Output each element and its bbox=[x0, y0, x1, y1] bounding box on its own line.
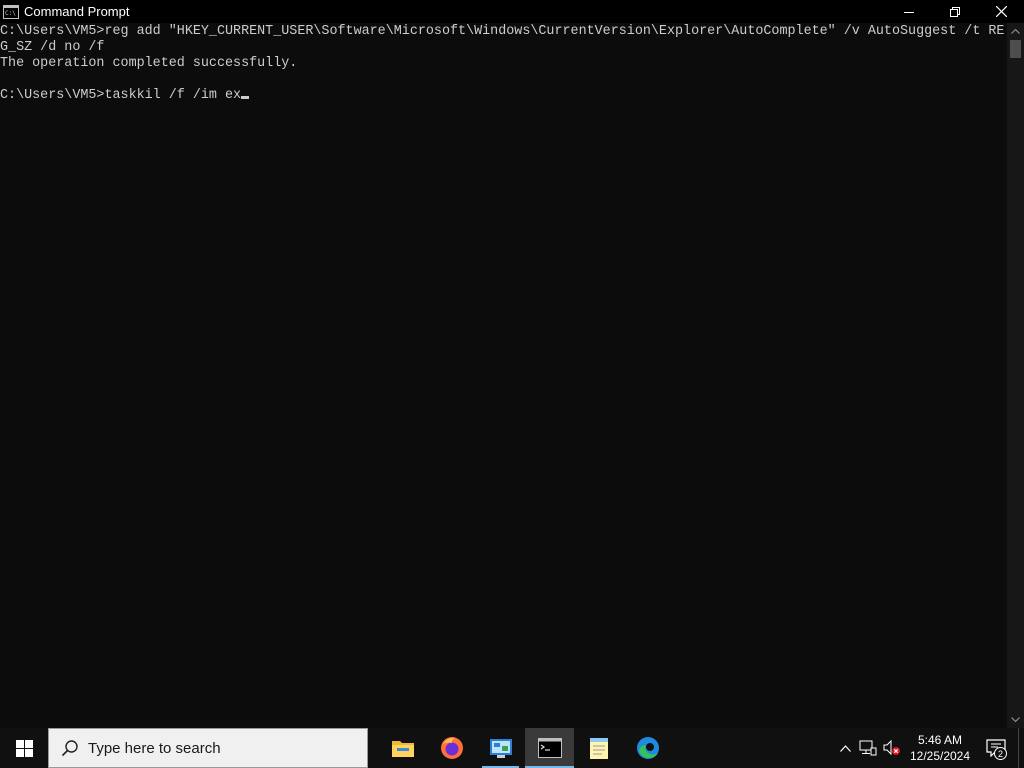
minimize-icon bbox=[904, 11, 914, 13]
chevron-up-icon bbox=[1011, 29, 1020, 34]
console-line: C:\Users\VM5>reg add "HKEY_CURRENT_USER\… bbox=[0, 24, 1005, 39]
taskbar-firefox[interactable] bbox=[427, 728, 476, 768]
notification-count-badge: 2 bbox=[994, 747, 1007, 760]
command-prompt-icon: C:\ bbox=[3, 4, 19, 19]
restore-button[interactable] bbox=[932, 0, 978, 23]
console-input-line[interactable]: C:\Users\VM5>taskkil /f /im ex bbox=[0, 88, 1007, 104]
command-prompt-icon bbox=[537, 738, 562, 758]
network-button[interactable] bbox=[856, 728, 880, 768]
network-icon bbox=[859, 740, 877, 756]
action-center-button[interactable]: 2 bbox=[976, 728, 1016, 768]
search-icon bbox=[61, 740, 78, 757]
close-button[interactable] bbox=[978, 0, 1024, 23]
notepad-icon bbox=[589, 738, 608, 759]
window-controls bbox=[886, 0, 1024, 23]
windows-logo-icon bbox=[15, 739, 33, 757]
svg-text:C:\: C:\ bbox=[5, 10, 16, 17]
taskbar: Type here to search 5:46 AM 12/25/2024 2 bbox=[0, 728, 1024, 768]
console-output[interactable]: C:\Users\VM5>reg add "HKEY_CURRENT_USER\… bbox=[0, 23, 1007, 728]
taskbar-file-explorer[interactable] bbox=[378, 728, 427, 768]
title-bar[interactable]: C:\ Command Prompt bbox=[0, 0, 1024, 23]
window-title: Command Prompt bbox=[24, 4, 130, 19]
console-current-command: C:\Users\VM5>taskkil /f /im ex bbox=[0, 88, 242, 103]
show-desktop-button[interactable] bbox=[1018, 728, 1024, 768]
minimize-button[interactable] bbox=[886, 0, 932, 23]
text-cursor bbox=[241, 96, 250, 99]
scroll-up-button[interactable] bbox=[1007, 23, 1024, 40]
vertical-scrollbar[interactable] bbox=[1007, 23, 1024, 728]
taskbar-search-box[interactable]: Type here to search bbox=[48, 728, 368, 768]
volume-muted-icon bbox=[883, 740, 900, 756]
scroll-thumb[interactable] bbox=[1010, 40, 1021, 58]
console-line: The operation completed successfully. bbox=[0, 56, 298, 71]
taskbar-control-panel[interactable] bbox=[476, 728, 525, 768]
start-button[interactable] bbox=[0, 728, 48, 768]
firefox-icon bbox=[440, 737, 463, 759]
edge-icon bbox=[636, 737, 659, 759]
console-line: G_SZ /d no /f bbox=[0, 40, 105, 55]
taskbar-apps bbox=[378, 728, 672, 768]
system-tray: 5:46 AM 12/25/2024 2 bbox=[834, 728, 1024, 768]
show-hidden-icons-button[interactable] bbox=[834, 728, 856, 768]
volume-button[interactable] bbox=[880, 728, 904, 768]
taskbar-edge[interactable] bbox=[623, 728, 672, 768]
chevron-down-icon bbox=[1011, 717, 1020, 722]
clock-time: 5:46 AM bbox=[917, 733, 963, 747]
restore-icon bbox=[950, 6, 960, 17]
taskbar-command-prompt[interactable] bbox=[525, 728, 574, 768]
chevron-up-icon bbox=[839, 744, 851, 752]
taskbar-notepad[interactable] bbox=[574, 728, 623, 768]
control-panel-icon bbox=[489, 739, 512, 758]
taskbar-clock[interactable]: 5:46 AM 12/25/2024 bbox=[904, 728, 976, 768]
file-explorer-icon bbox=[391, 741, 414, 757]
search-placeholder: Type here to search bbox=[88, 739, 221, 757]
scroll-down-button[interactable] bbox=[1007, 711, 1024, 728]
clock-date: 12/25/2024 bbox=[909, 749, 971, 763]
close-icon bbox=[995, 6, 1007, 17]
